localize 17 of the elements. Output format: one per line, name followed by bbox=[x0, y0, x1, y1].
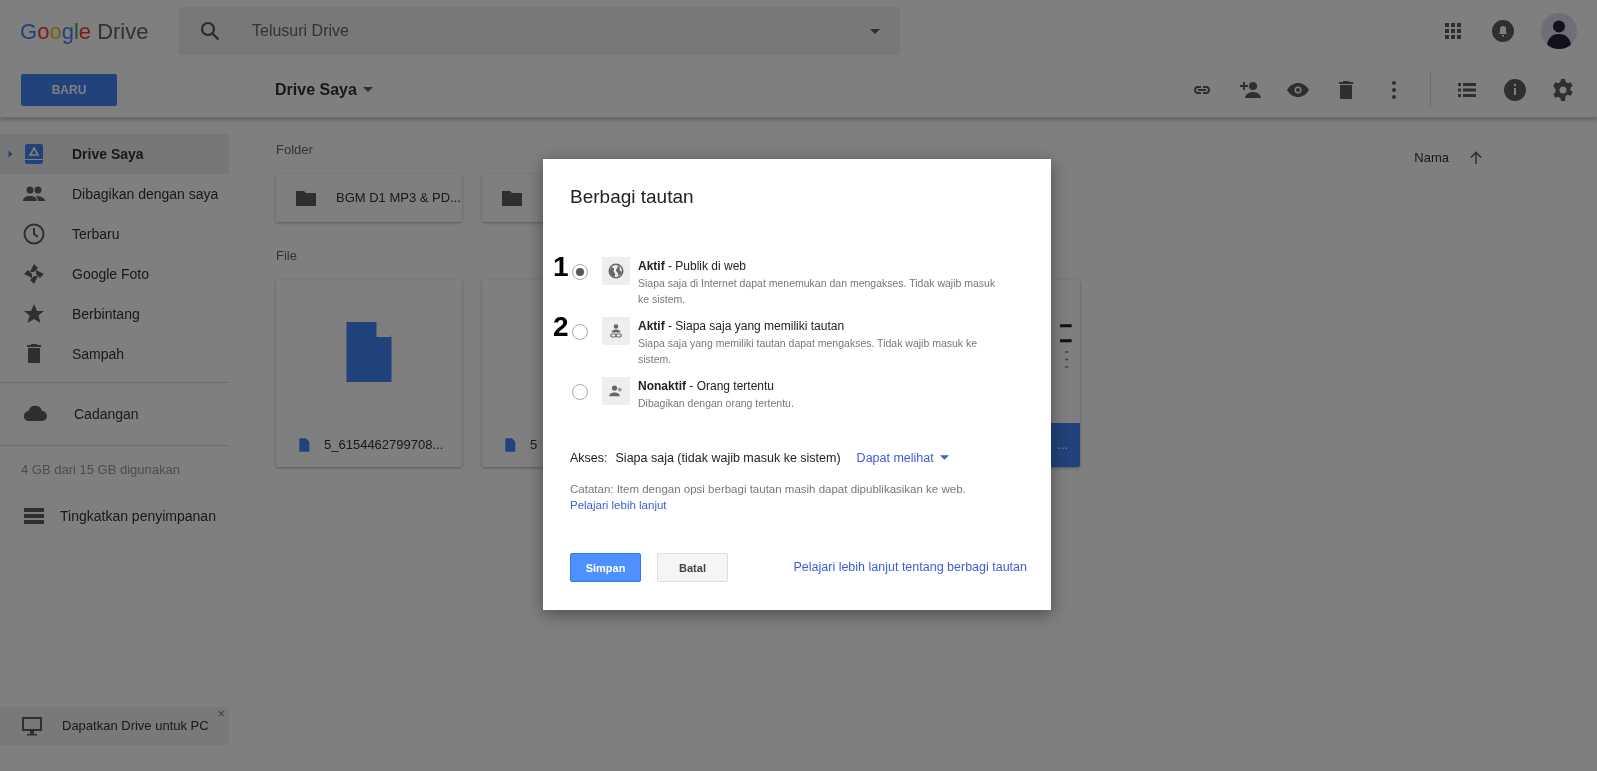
access-value: Siapa saja (tidak wajib masuk ke sistem) bbox=[615, 449, 841, 467]
dialog-title: Berbagi tautan bbox=[570, 185, 695, 209]
note-text: Catatan: Item dengan opsi berbagi tautan masih dapat dipublikasikan ke web. bbox=[570, 482, 967, 498]
option-description: Siapa saja di Internet dapat menemukan dan mengakses. Tidak wajib masuk ke sistem. bbox=[638, 275, 997, 307]
section-heading: File bbox=[276, 247, 297, 265]
option-title: Nonaktif - Orang tertentu bbox=[638, 377, 776, 395]
logo-brand: Google bbox=[20, 18, 91, 44]
annotation-number: 2 bbox=[553, 312, 569, 341]
access-label: Akses: bbox=[570, 449, 608, 467]
option-description: Dibagikan dengan orang tertentu. bbox=[638, 395, 795, 411]
logo-product: Drive bbox=[97, 18, 149, 44]
option-description: Siapa saja yang memiliki tautan dapat mengakses. Tidak wajib masuk ke sistem. bbox=[638, 335, 979, 367]
promo-text: Dapatkan Drive untuk PC bbox=[62, 717, 209, 736]
option-title: Aktif - Publik di web bbox=[638, 257, 748, 275]
option-title: Aktif - Siapa saja yang memiliki tautan bbox=[638, 317, 846, 335]
annotation-number: 1 bbox=[553, 252, 569, 281]
section-heading: Folder bbox=[276, 141, 313, 159]
